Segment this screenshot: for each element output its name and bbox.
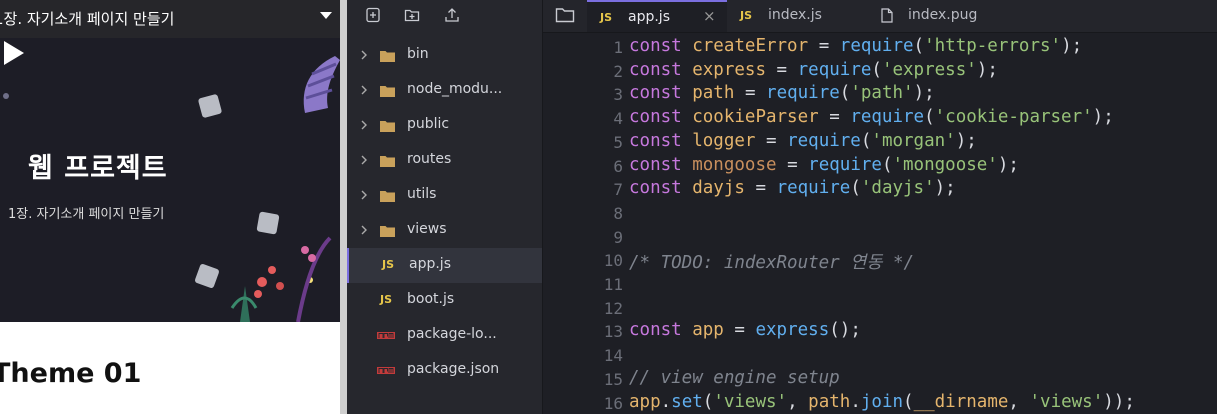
- caret-down-icon[interactable]: [320, 12, 332, 19]
- video-subtitle: 1장. 자기소개 페이지 만들기: [8, 207, 165, 222]
- npm-icon: [377, 367, 395, 374]
- code-line[interactable]: const dayjs = require('dayjs');: [629, 178, 956, 198]
- tab-label: index.js: [768, 7, 822, 23]
- js-file-icon: JS: [600, 11, 613, 24]
- folder-icon: [380, 121, 395, 132]
- code-line[interactable]: app.set('views', path.join(__dirname, 'v…: [629, 392, 1135, 412]
- tree-item-label: boot.js: [407, 291, 455, 307]
- code-line[interactable]: const mongoose = require('mongoose');: [629, 155, 1019, 175]
- editor-tabbar: JS app.js × JS index.js index.pug: [543, 0, 1217, 33]
- lesson-selector-title: 1장. 자기소개 페이지 만들기: [0, 10, 175, 28]
- folder-icon: [380, 51, 395, 62]
- code-line[interactable]: const logger = require('morgan');: [629, 131, 977, 151]
- file-explorer: bin node_modu... public routes utils vie…: [347, 0, 542, 414]
- line-number: 13: [603, 322, 623, 342]
- chevron-right-icon[interactable]: [359, 119, 369, 131]
- lesson-title: Theme 01: [0, 358, 142, 389]
- new-folder-icon[interactable]: [404, 7, 420, 23]
- npm-icon: [377, 332, 395, 339]
- chevron-right-icon[interactable]: [359, 189, 369, 201]
- close-icon[interactable]: ×: [703, 7, 716, 25]
- video-player[interactable]: 웹 프로젝트 1장. 자기소개 페이지 만들기: [0, 38, 340, 322]
- line-number: 16: [603, 393, 623, 413]
- tree-item-views[interactable]: views: [347, 213, 542, 248]
- lesson-info: Theme 01: [0, 322, 340, 414]
- js-file-icon: JS: [382, 258, 395, 271]
- code-line[interactable]: const express = require('express');: [629, 60, 998, 80]
- line-number: 4: [613, 109, 623, 129]
- line-number: 5: [613, 132, 623, 152]
- tree-item-routes[interactable]: routes: [347, 143, 542, 178]
- tree-item-label: routes: [407, 151, 452, 167]
- tree-item-bin[interactable]: bin: [347, 38, 542, 73]
- course-video-panel: 1장. 자기소개 페이지 만들기 웹 프로젝트 1장. 자기소개 페이지 만들기…: [0, 0, 347, 414]
- code-line[interactable]: const app = express();: [629, 320, 861, 340]
- tree-item-label: package-lo...: [407, 326, 497, 342]
- line-number: 1: [613, 38, 623, 57]
- js-file-icon: JS: [380, 293, 393, 306]
- line-number: 6: [613, 156, 623, 176]
- code-line[interactable]: const path = require('path');: [629, 83, 935, 103]
- explorer-toolbar: [347, 0, 542, 32]
- code-line[interactable]: const cookieParser = require('cookie-par…: [629, 107, 1114, 127]
- line-number: 7: [613, 180, 623, 200]
- chevron-right-icon[interactable]: [359, 84, 369, 96]
- tree-item-label: bin: [407, 46, 429, 62]
- tree-item-node-modules[interactable]: node_modu...: [347, 73, 542, 108]
- code-editor: JS app.js × JS index.js index.pug 1 const…: [543, 0, 1217, 414]
- chevron-right-icon[interactable]: [359, 224, 369, 236]
- folder-icon: [380, 226, 395, 237]
- line-number: 15: [603, 369, 623, 389]
- tab-index-js[interactable]: JS index.js: [727, 0, 867, 32]
- js-file-icon: JS: [740, 9, 753, 22]
- tree-item-utils[interactable]: utils: [347, 178, 542, 213]
- tree-item-package-lock[interactable]: package-lo...: [347, 318, 542, 353]
- line-number: 3: [613, 85, 623, 105]
- folder-icon: [380, 156, 395, 167]
- tree-item-app-js[interactable]: JS app.js: [347, 248, 542, 283]
- file-icon: [881, 8, 893, 23]
- code-line[interactable]: /* TODO: indexRouter 연동 */: [629, 249, 914, 274]
- panel-scrollbar[interactable]: [340, 0, 347, 414]
- tree-item-label: app.js: [409, 256, 451, 272]
- chevron-right-icon[interactable]: [359, 49, 369, 61]
- tree-item-label: package.json: [407, 361, 500, 377]
- tab-label: app.js: [628, 9, 670, 25]
- code-line[interactable]: const createError = require('http-errors…: [629, 36, 1082, 56]
- lesson-selector[interactable]: 1장. 자기소개 페이지 만들기: [0, 0, 340, 38]
- tree-item-boot-js[interactable]: JS boot.js: [347, 283, 542, 318]
- line-number: 2: [613, 61, 623, 81]
- play-icon[interactable]: [0, 38, 28, 68]
- tree-item-label: views: [407, 221, 447, 237]
- upload-icon[interactable]: [444, 7, 460, 23]
- line-number: 12: [603, 298, 623, 318]
- tab-app-js[interactable]: JS app.js ×: [587, 0, 727, 32]
- line-number: 10: [603, 251, 623, 271]
- line-number: 11: [603, 275, 623, 294]
- tree-item-public[interactable]: public: [347, 108, 542, 143]
- tree-item-label: utils: [407, 186, 437, 202]
- chevron-right-icon[interactable]: [359, 154, 369, 166]
- folder-icon: [380, 191, 395, 202]
- line-number: 14: [603, 346, 623, 366]
- tab-label: index.pug: [908, 7, 978, 23]
- code-line[interactable]: // view engine setup: [629, 368, 840, 388]
- new-file-icon[interactable]: [365, 7, 381, 23]
- folder-outline-icon[interactable]: [555, 7, 575, 23]
- tree-item-package-json[interactable]: package.json: [347, 353, 542, 388]
- tab-index-pug[interactable]: index.pug: [867, 0, 1017, 32]
- line-number: 8: [613, 203, 623, 223]
- tree-item-label: public: [407, 116, 450, 132]
- tree-item-label: node_modu...: [407, 81, 503, 97]
- line-number: 9: [613, 227, 623, 247]
- video-title: 웹 프로젝트: [28, 153, 168, 184]
- folder-icon: [380, 86, 395, 97]
